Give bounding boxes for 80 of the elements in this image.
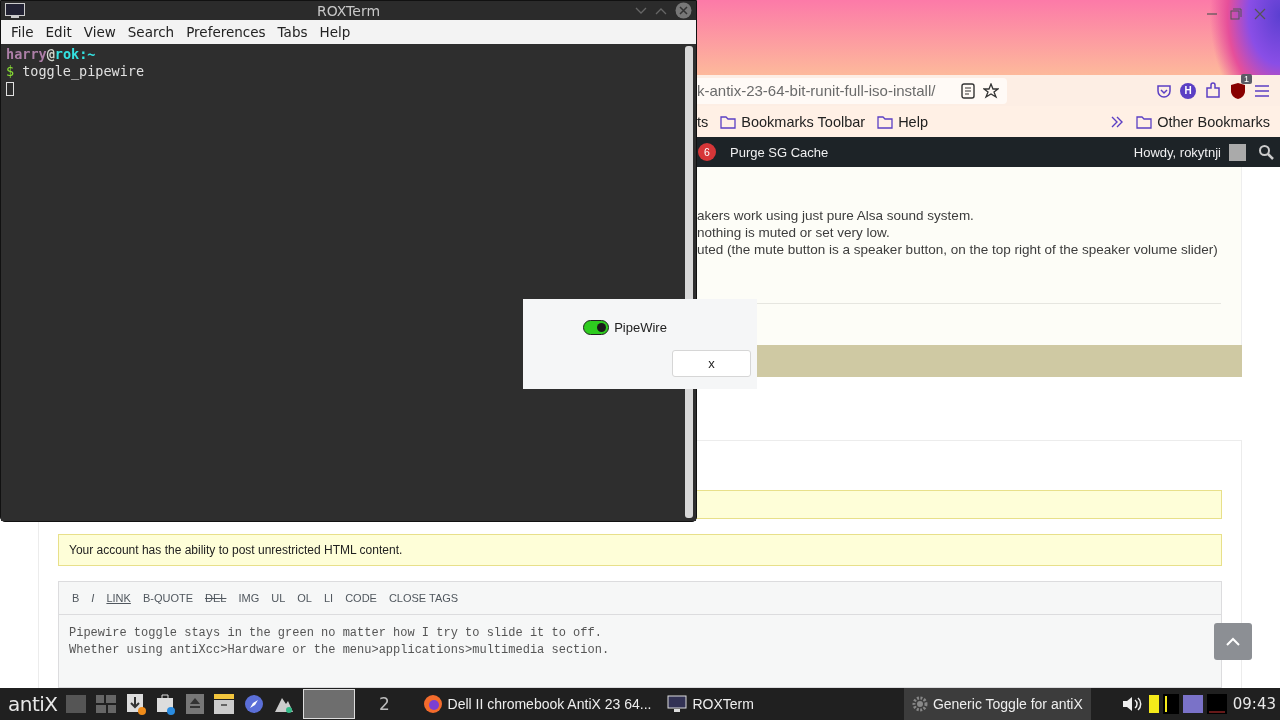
close-button[interactable]: x: [672, 350, 751, 377]
compass-icon[interactable]: [243, 694, 264, 714]
format-button[interactable]: UL: [266, 589, 291, 607]
toggle-label: PipeWire: [614, 320, 667, 335]
bag-icon[interactable]: [155, 693, 176, 715]
battery-meter-icon: [1148, 695, 1159, 713]
download-icon[interactable]: [125, 693, 146, 715]
chevron-up-icon: [1226, 636, 1240, 647]
workspace-button[interactable]: [302, 689, 355, 719]
menu-item[interactable]: Tabs: [271, 22, 314, 42]
bookmark-item[interactable]: Other Bookmarks: [1136, 113, 1270, 130]
format-button[interactable]: CLOSE TAGS: [383, 589, 464, 607]
search-icon[interactable]: [1258, 144, 1274, 160]
puzzle-icon[interactable]: [1204, 81, 1222, 100]
chevron-up-icon[interactable]: [655, 6, 667, 15]
toggle-switch[interactable]: [583, 320, 610, 335]
task-button[interactable]: Dell II chromebook AntiX 23 64...: [414, 688, 660, 720]
bookmark-item[interactable]: ts: [697, 113, 709, 130]
pocket-icon[interactable]: [1156, 82, 1172, 99]
gear-icon: [911, 696, 928, 712]
format-button[interactable]: CODE: [340, 589, 382, 607]
count-badge: 6: [698, 143, 716, 161]
prompt-text: :~: [79, 46, 96, 63]
memory-meter-icon: [1182, 695, 1203, 713]
scroll-top-button[interactable]: [1214, 623, 1252, 660]
format-button[interactable]: B-QUOTE: [137, 589, 198, 607]
chevrons-icon[interactable]: [1110, 115, 1125, 128]
avatar-placeholder: [1229, 143, 1246, 161]
monitor-icon: [667, 695, 688, 713]
prompt-text: harry: [6, 46, 47, 63]
shield-icon[interactable]: [1230, 81, 1246, 100]
browser-icon: [422, 694, 443, 714]
network-graph-icon: [1206, 694, 1227, 714]
account-avatar[interactable]: H: [1180, 82, 1196, 99]
bookmark-item[interactable]: Bookmarks Toolbar: [720, 113, 866, 130]
menu-item[interactable]: Search: [121, 22, 181, 42]
menu-item[interactable]: Help: [313, 22, 357, 42]
chevron-down-icon[interactable]: [635, 6, 647, 15]
post-text: nothing is muted or set very low.: [697, 224, 891, 241]
prompt-text: rok: [54, 46, 80, 63]
post-text: akers work using just pure Alsa sound system.: [697, 207, 975, 224]
menu-item[interactable]: File: [5, 22, 40, 42]
windows-icon[interactable]: [95, 695, 116, 713]
cabinet-icon[interactable]: [213, 694, 234, 714]
window-title: ROXTerm: [316, 2, 381, 19]
cpu-meter-icon: [1162, 694, 1179, 714]
format-button[interactable]: B: [67, 589, 85, 607]
format-button[interactable]: LI: [318, 589, 339, 607]
menu-item[interactable]: View: [77, 22, 122, 42]
prompt-symbol: $: [6, 63, 15, 80]
folder-icon: [1136, 114, 1153, 129]
prompt-text: @: [46, 46, 55, 63]
task-button[interactable]: Generic Toggle for antiX: [903, 688, 1091, 720]
format-button[interactable]: IMG: [233, 589, 265, 607]
command-text: toggle_pipewire: [22, 63, 145, 80]
workspace-button[interactable]: 2: [358, 689, 411, 719]
eject-icon[interactable]: [185, 693, 204, 715]
star-icon[interactable]: [983, 82, 999, 99]
format-button[interactable]: OL: [292, 589, 317, 607]
address-field[interactable]: k-antix-23-64-bit-runit-full-iso-install/: [697, 77, 1007, 104]
notification-badge: 1: [1241, 73, 1252, 84]
close-icon[interactable]: [675, 2, 692, 19]
bookmark-item[interactable]: Help: [877, 113, 928, 130]
format-button[interactable]: DEL: [200, 589, 232, 607]
menu-icon[interactable]: [1254, 83, 1270, 98]
text-cursor: [6, 82, 14, 96]
reader-view-icon[interactable]: [961, 82, 975, 99]
menu-logo[interactable]: antiX: [8, 692, 58, 716]
menu-item[interactable]: Edit: [39, 22, 78, 42]
reply-textarea[interactable]: Pipewire toggle stays in the green no matter how I try to slide it to off. Whether using antiXcc>Hardware or the menu>applications>multimedia section.: [58, 615, 1222, 688]
post-text: uted (the mute button is a speaker button, on the top right of the speaker volume slider): [697, 241, 1219, 258]
notice-text: Your account has the ability to post unrestricted HTML content.: [58, 534, 1222, 566]
admin-bar-link[interactable]: Purge SG Cache: [730, 144, 829, 160]
clock: 09:43: [1232, 695, 1276, 713]
menu-item[interactable]: Preferences: [180, 22, 272, 42]
greeting-link[interactable]: Howdy, rokytnji: [1133, 144, 1221, 160]
terminal-icon: [5, 3, 25, 18]
format-button[interactable]: LINK: [101, 589, 136, 607]
task-button[interactable]: ROXTerm: [659, 688, 762, 720]
format-button[interactable]: I: [86, 589, 100, 607]
